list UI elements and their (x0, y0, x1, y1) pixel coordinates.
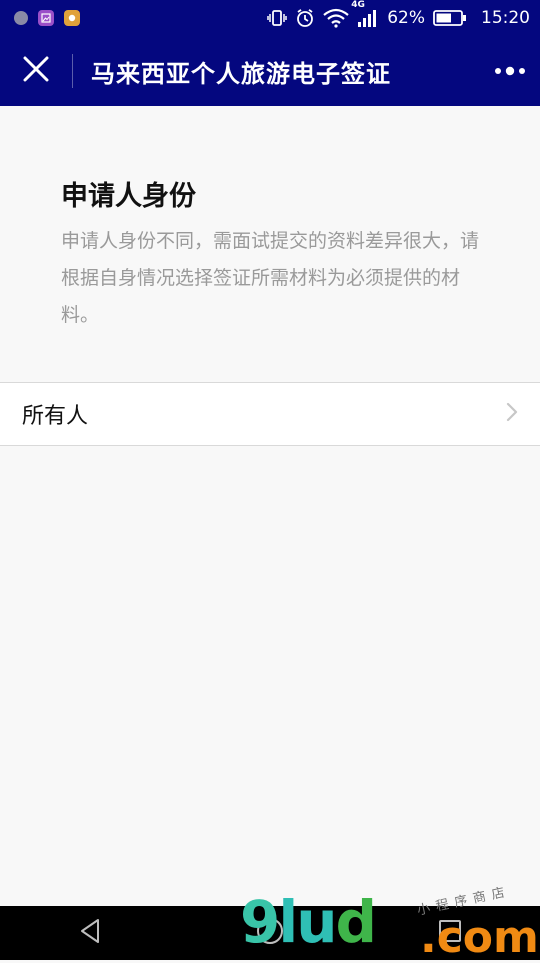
alarm-icon (295, 8, 315, 28)
close-button[interactable] (0, 36, 72, 106)
section-description: 申请人身份不同，需面试提交的资料差异很大，请根据自身情况选择签证所需材料为必须提… (61, 230, 480, 326)
network-type-label: 4G (351, 0, 365, 10)
chevron-right-icon (506, 402, 518, 426)
title-divider (72, 54, 73, 88)
list-item-label: 所有人 (22, 404, 89, 429)
notification-icons (14, 10, 80, 26)
vibrate-icon (267, 8, 287, 28)
more-icon (494, 62, 526, 81)
battery-percentage: 62% (387, 8, 425, 28)
gallery-notification-icon (38, 10, 54, 26)
close-icon (23, 56, 49, 86)
list-item-all[interactable]: 所有人 (0, 382, 540, 446)
title-bar: 马来西亚个人旅游电子签证 (0, 36, 540, 106)
recents-square-icon (438, 919, 462, 947)
page-title: 马来西亚个人旅游电子签证 (91, 59, 391, 88)
app-notification-icon (14, 11, 28, 25)
recents-button[interactable] (420, 906, 480, 960)
clock: 15:20 (481, 8, 530, 28)
home-button[interactable] (240, 906, 300, 960)
app-notification-icon-2 (64, 10, 80, 26)
back-button[interactable] (60, 906, 120, 960)
system-navigation-bar (0, 906, 540, 960)
more-options-button[interactable] (480, 36, 540, 106)
battery-icon (433, 9, 467, 27)
section-title: 申请人身份 (61, 181, 196, 212)
cellular-signal-icon: 4G (351, 0, 379, 28)
home-circle-icon (256, 917, 284, 949)
back-triangle-icon (78, 918, 102, 948)
wifi-icon (323, 8, 349, 28)
status-indicators: 4G 62% 15:20 (267, 0, 530, 28)
status-bar: 4G 62% 15:20 (0, 0, 540, 36)
